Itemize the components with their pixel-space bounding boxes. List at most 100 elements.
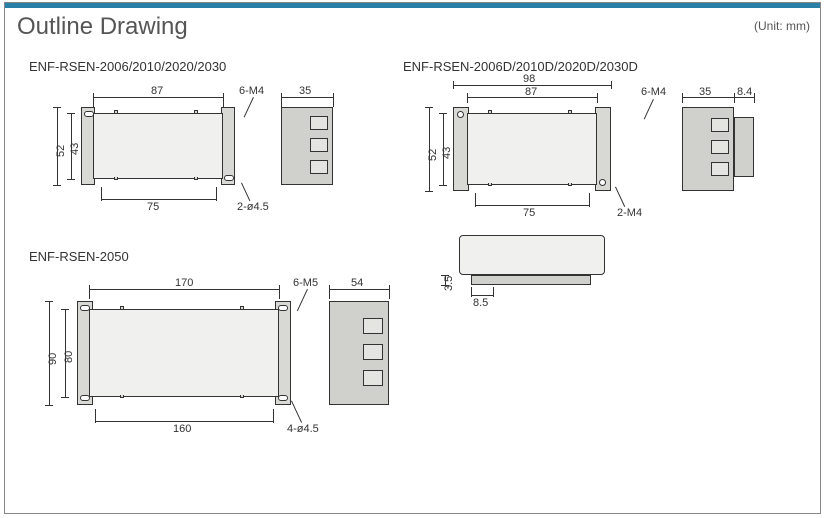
dimline — [101, 187, 102, 201]
bump — [194, 110, 198, 113]
dimline — [53, 185, 61, 186]
dimline — [589, 193, 590, 207]
dim-a-mount: 75 — [147, 201, 159, 213]
panel-title: Outline Drawing — [17, 13, 188, 41]
dimline — [89, 289, 279, 290]
mount-slot — [84, 111, 94, 117]
dim-b-sideh: 3.5 — [443, 276, 455, 291]
mount-slot — [224, 175, 234, 181]
dimline — [45, 301, 53, 302]
dimline — [53, 107, 61, 108]
mount-slot — [80, 305, 90, 311]
terminal — [363, 370, 383, 386]
dim-b-totalw: 98 — [523, 73, 535, 85]
dim-b-depth: 35 — [699, 86, 711, 98]
dimline — [453, 81, 454, 89]
dimline — [329, 285, 330, 299]
bump — [120, 395, 124, 398]
dimline — [475, 193, 476, 207]
dimline — [61, 397, 69, 398]
dimline — [734, 93, 735, 103]
bump — [568, 110, 572, 113]
terminal — [310, 116, 328, 130]
side-view — [281, 107, 333, 185]
m4-hole — [457, 111, 464, 118]
dimline — [89, 285, 90, 299]
dimline — [67, 179, 75, 180]
dimline — [597, 93, 598, 103]
dim-a-h1: 52 — [55, 145, 67, 157]
bump — [240, 395, 244, 398]
dim-b-width: 87 — [525, 86, 537, 98]
dimline — [93, 93, 94, 107]
dimline — [471, 287, 472, 297]
dimline — [754, 93, 755, 103]
mount-slot — [278, 395, 288, 401]
end-plate — [221, 107, 235, 185]
body-front — [467, 113, 597, 185]
dimline — [216, 187, 217, 201]
diagram-panel: Outline Drawing (Unit: mm) ENF-RSEN-2006… — [4, 2, 821, 514]
dimline — [389, 285, 390, 299]
dimline — [439, 185, 447, 186]
dim-b-mount: 75 — [523, 207, 535, 219]
dim-b-h2: 43 — [441, 147, 453, 159]
bump — [240, 306, 244, 309]
callout-holes-a: 2-ø4.5 — [237, 201, 269, 213]
terminal — [711, 118, 729, 132]
unit-label: (Unit: mm) — [754, 19, 810, 33]
body-front — [89, 309, 279, 397]
top-view-body — [459, 235, 605, 275]
leader — [297, 289, 308, 311]
bump — [488, 183, 492, 186]
bump — [114, 177, 118, 180]
din-clip — [734, 117, 754, 177]
dimline — [329, 289, 389, 290]
dim-c-width: 170 — [175, 277, 193, 289]
leader — [615, 187, 625, 207]
terminal — [363, 318, 383, 334]
top-view-rail — [471, 275, 591, 285]
terminal — [711, 140, 729, 154]
mount-slot — [278, 305, 288, 311]
callout-mholes-b: 2-M4 — [617, 207, 642, 219]
terminal — [711, 162, 729, 176]
body-front — [93, 113, 223, 179]
dimline — [45, 405, 53, 406]
leader — [244, 97, 254, 117]
subtitle-c: ENF-RSEN-2050 — [29, 249, 129, 264]
mount-slot — [80, 395, 90, 401]
dimline — [682, 93, 683, 103]
dimline — [61, 309, 69, 310]
dim-c-h1: 90 — [47, 353, 59, 365]
dimline — [475, 205, 589, 206]
dimline — [95, 409, 96, 423]
dimline — [493, 287, 494, 297]
terminal — [310, 138, 328, 152]
dimline — [611, 81, 612, 89]
drawing-b: 98 87 35 8.4 — [415, 79, 795, 329]
dimline — [101, 199, 216, 200]
callout-holes-c: 4-ø4.5 — [287, 423, 319, 435]
dim-b-din: 8.4 — [737, 86, 752, 98]
leader — [241, 183, 250, 202]
dimline — [281, 97, 333, 98]
dim-c-mount: 160 — [173, 423, 191, 435]
dimline — [95, 421, 273, 422]
dimline — [333, 93, 334, 107]
leader — [644, 99, 654, 119]
m4-hole — [599, 179, 606, 186]
bump — [194, 177, 198, 180]
callout-screws-a: 6-M4 — [239, 85, 264, 97]
dim-c-h2: 80 — [63, 351, 75, 363]
subtitle-a: ENF-RSEN-2006/2010/2020/2030 — [29, 59, 226, 74]
dim-a-depth: 35 — [299, 85, 311, 97]
dimline — [471, 295, 493, 296]
dimline — [223, 93, 224, 107]
callout-screws-c: 6-M5 — [293, 277, 318, 289]
header-bar — [5, 3, 820, 8]
terminal — [363, 344, 383, 360]
dimline — [279, 285, 280, 299]
callout-screws-b: 6-M4 — [641, 86, 666, 98]
dimline — [425, 191, 433, 192]
